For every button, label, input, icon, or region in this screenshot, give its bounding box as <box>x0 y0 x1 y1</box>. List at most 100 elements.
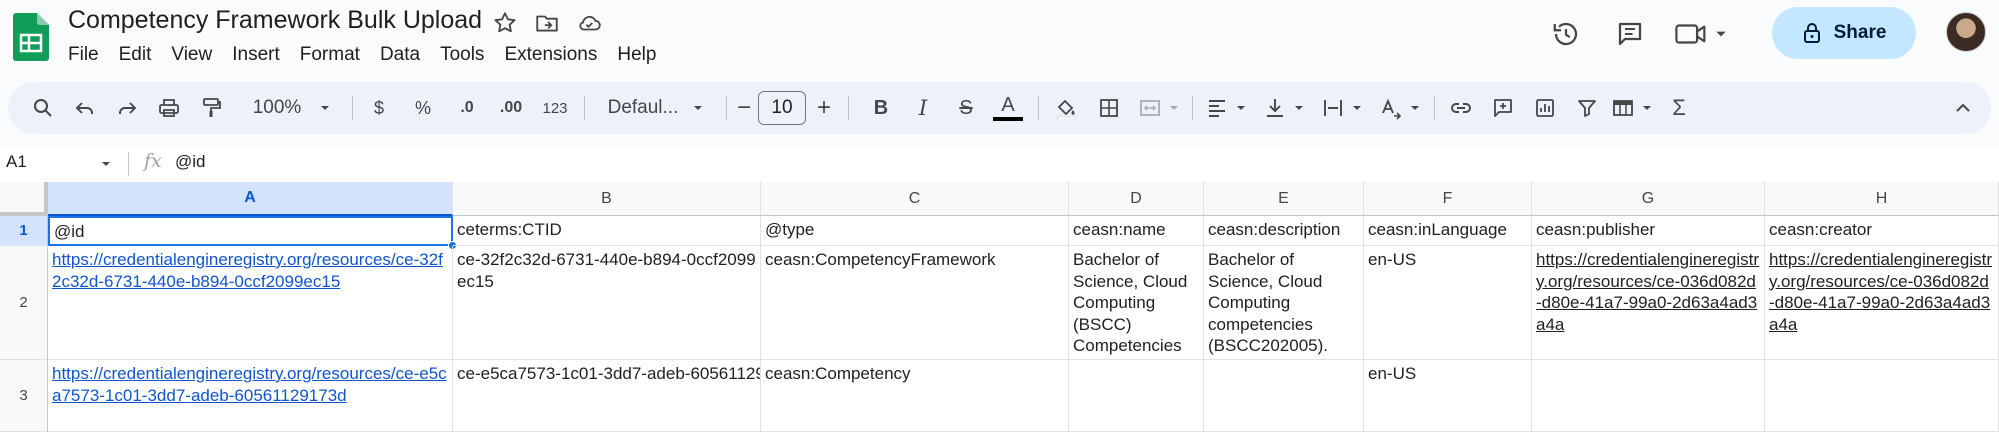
search-icon <box>34 99 52 117</box>
strikethrough-button[interactable]: S <box>951 82 981 134</box>
row-header-3[interactable]: 3 <box>0 360 48 432</box>
column-header-b[interactable]: B <box>453 182 761 216</box>
create-filter-button[interactable] <box>1570 82 1604 134</box>
functions-button[interactable]: Σ <box>1664 82 1694 134</box>
menu-extensions[interactable]: Extensions <box>494 42 607 68</box>
star-icon[interactable] <box>492 10 518 36</box>
select-all-corner[interactable] <box>0 182 48 216</box>
font-select[interactable]: Defaul... <box>596 82 716 134</box>
cell-f3[interactable]: en-US <box>1364 360 1532 432</box>
menu-view[interactable]: View <box>161 42 222 68</box>
column-header-f[interactable]: F <box>1364 182 1532 216</box>
menu-data[interactable]: Data <box>370 42 430 68</box>
chart-icon <box>1536 99 1554 117</box>
cell-e3[interactable] <box>1204 360 1364 432</box>
zoom-select[interactable]: 100% <box>244 82 340 134</box>
column-header-c[interactable]: C <box>761 182 1069 216</box>
cell-f1[interactable]: ceasn:inLanguage <box>1364 216 1532 246</box>
cell-h2[interactable]: https://credentialengineregistry.org/res… <box>1765 246 1999 360</box>
cell-b3[interactable]: ce-e5ca7573-1c01-3dd7-adeb-60561129173d <box>453 360 761 432</box>
cell-a3[interactable]: https://credentialengineregistry.org/res… <box>48 360 453 432</box>
document-title[interactable]: Competency Framework Bulk Upload <box>68 6 482 35</box>
move-folder-icon[interactable] <box>534 10 560 36</box>
search-menus-button[interactable] <box>28 82 58 134</box>
cloud-saved-icon[interactable] <box>576 10 602 36</box>
cell-b2[interactable]: ce-32f2c32d-6731-440e-b894-0ccf2099ec15 <box>453 246 761 360</box>
text-rotation-button[interactable] <box>1376 82 1424 134</box>
sheets-logo-icon[interactable] <box>13 13 49 61</box>
insert-comment-button[interactable] <box>1486 82 1520 134</box>
redo-button[interactable] <box>112 82 142 134</box>
share-button[interactable]: Share <box>1772 7 1916 59</box>
bold-button[interactable]: B <box>866 82 896 134</box>
formula-input[interactable]: @id <box>175 152 206 172</box>
cell-d3[interactable] <box>1069 360 1204 432</box>
cell-e2[interactable]: Bachelor of Science, Cloud Computing com… <box>1204 246 1364 360</box>
menu-edit[interactable]: Edit <box>109 42 162 68</box>
lock-icon <box>1803 23 1820 43</box>
column-header-g[interactable]: G <box>1532 182 1765 216</box>
cell-a1[interactable]: @id <box>48 216 453 246</box>
percent-format-button[interactable]: % <box>408 82 438 134</box>
menu-help[interactable]: Help <box>607 42 666 68</box>
comments-button[interactable] <box>1610 14 1650 54</box>
more-formats-button[interactable]: 123 <box>536 82 574 134</box>
insert-link-button[interactable] <box>1444 82 1478 134</box>
column-header-a[interactable]: A <box>48 182 453 216</box>
currency-format-button[interactable]: $ <box>364 82 394 134</box>
menu-format[interactable]: Format <box>290 42 370 68</box>
column-header-h[interactable]: H <box>1765 182 1999 216</box>
cell-g2[interactable]: https://credentialengineregistry.org/res… <box>1532 246 1765 360</box>
menu-tools[interactable]: Tools <box>430 42 494 68</box>
horizontal-align-button[interactable] <box>1202 82 1250 134</box>
meet-button[interactable] <box>1674 19 1728 49</box>
menu-insert[interactable]: Insert <box>222 42 290 68</box>
divider <box>128 152 129 176</box>
vertical-align-button[interactable] <box>1260 82 1308 134</box>
cell-g1[interactable]: ceasn:publisher <box>1532 216 1765 246</box>
chevron-down-icon <box>1643 106 1651 110</box>
chevron-down-icon <box>694 106 703 110</box>
cell-c1[interactable]: @type <box>761 216 1069 246</box>
cell-d1[interactable]: ceasn:name <box>1069 216 1204 246</box>
column-header-d[interactable]: D <box>1069 182 1204 216</box>
text-color-button[interactable]: A <box>992 82 1024 134</box>
fill-color-button[interactable] <box>1050 82 1082 134</box>
row-header-1[interactable]: 1 <box>0 216 48 246</box>
cell-g3[interactable] <box>1532 360 1765 432</box>
menu-file[interactable]: File <box>58 42 109 68</box>
avatar[interactable] <box>1946 12 1986 52</box>
link-icon <box>1451 103 1471 113</box>
cell-a2[interactable]: https://credentialengineregistry.org/res… <box>48 246 453 360</box>
hide-menus-button[interactable] <box>1948 82 1978 134</box>
cell-c2[interactable]: ceasn:CompetencyFramework <box>761 246 1069 360</box>
column-header-e[interactable]: E <box>1204 182 1364 216</box>
title-bar: Competency Framework Bulk Upload File Ed… <box>0 0 1999 76</box>
decrease-decimal-button[interactable]: .0 <box>450 82 484 134</box>
insert-chart-button[interactable] <box>1528 82 1562 134</box>
merge-cells-button[interactable] <box>1136 82 1182 134</box>
font-size-input[interactable]: 10 <box>758 91 806 125</box>
row-header-2[interactable]: 2 <box>0 246 48 360</box>
cell-e1[interactable]: ceasn:description <box>1204 216 1364 246</box>
decrease-font-size-button[interactable]: − <box>732 82 756 134</box>
cell-f2[interactable]: en-US <box>1364 246 1532 360</box>
italic-button[interactable]: I <box>908 82 938 134</box>
cell-h3[interactable] <box>1765 360 1999 432</box>
print-button[interactable] <box>154 82 184 134</box>
undo-button[interactable] <box>70 82 100 134</box>
increase-font-size-button[interactable]: + <box>810 82 838 134</box>
borders-button[interactable] <box>1094 82 1124 134</box>
filter-views-button[interactable] <box>1608 82 1656 134</box>
version-history-button[interactable] <box>1546 14 1586 54</box>
cell-h1[interactable]: ceasn:creator <box>1765 216 1999 246</box>
chevron-down-icon[interactable] <box>100 158 112 170</box>
cell-b1[interactable]: ceterms:CTID <box>453 216 761 246</box>
paint-format-button[interactable] <box>196 82 226 134</box>
cell-d2[interactable]: Bachelor of Science, Cloud Computing (BS… <box>1069 246 1204 360</box>
cell-c3[interactable]: ceasn:Competency <box>761 360 1069 432</box>
formula-bar: A1 fx @id <box>0 146 1999 182</box>
increase-decimal-button[interactable]: .00 <box>492 82 530 134</box>
text-wrapping-button[interactable] <box>1318 82 1366 134</box>
name-box[interactable]: A1 <box>6 152 27 172</box>
